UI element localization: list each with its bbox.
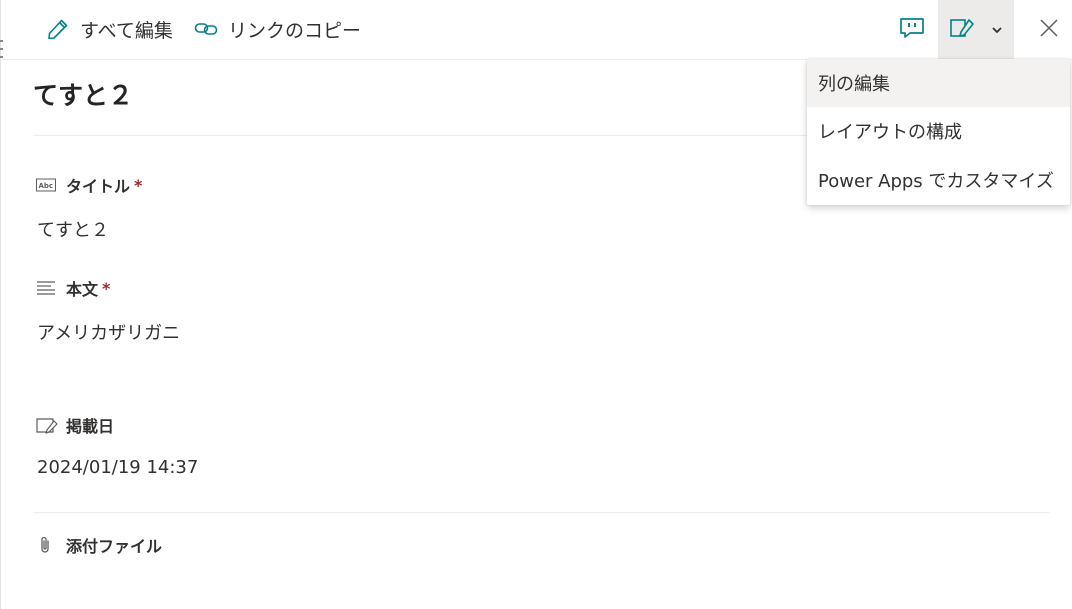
menu-item-configure-layout[interactable]: レイアウトの構成 [807, 107, 1070, 155]
item-title: てすと２ [33, 81, 134, 110]
field-label-text: タイトル [66, 177, 131, 196]
edit-form-menu: 列の編集 レイアウトの構成 Power Apps でカスタマイズ [807, 59, 1070, 205]
menu-item-edit-columns[interactable]: 列の編集 [807, 59, 1070, 107]
copy-link-button[interactable]: リンクのコピー [194, 14, 361, 44]
close-button[interactable] [1031, 0, 1067, 59]
multiline-text-icon [36, 280, 58, 296]
comment-button[interactable] [894, 0, 930, 59]
link-icon [194, 17, 218, 41]
paperclip-icon [36, 535, 58, 555]
field-label-title: Abc タイトル * [36, 173, 142, 197]
menu-item-customize-power-apps[interactable]: Power Apps でカスタマイズ [807, 156, 1070, 204]
required-marker: * [102, 278, 111, 298]
svg-text:Abc: Abc [39, 182, 54, 190]
edit-form-icon [949, 16, 975, 44]
section-divider [33, 512, 1049, 513]
comment-icon [899, 16, 925, 44]
edit-all-button[interactable]: すべて編集 [46, 14, 173, 44]
text-field-icon: Abc [36, 178, 58, 192]
field-label-text: 掲載日 [66, 417, 115, 436]
edit-all-label: すべて編集 [80, 19, 173, 42]
copy-link-label: リンクのコピー [228, 19, 362, 42]
panel-left-border [0, 0, 1, 609]
required-marker: * [134, 175, 143, 195]
date-field-icon [36, 416, 58, 434]
close-icon [1039, 18, 1059, 42]
pencil-icon [46, 17, 70, 41]
field-label-attachments: 添付ファイル [36, 533, 162, 557]
list-item-panel: すべて編集 リンクのコピー てすと２ Abc タイトル * てすと２ 本文 * … [0, 0, 1072, 609]
command-bar: すべて編集 リンクのコピー [0, 0, 1072, 60]
chevron-down-icon [991, 20, 1003, 39]
field-value-title[interactable]: てすと２ [37, 216, 109, 242]
field-label-text: 本文 [66, 280, 99, 299]
field-value-date[interactable]: 2024/01/19 14:37 [37, 457, 198, 478]
field-label-body: 本文 * [36, 276, 110, 300]
field-label-text: 添付ファイル [66, 537, 163, 556]
field-value-body[interactable]: アメリカザリガニ [37, 319, 180, 345]
edit-form-button[interactable] [938, 0, 1014, 59]
field-label-date: 掲載日 [36, 413, 114, 437]
